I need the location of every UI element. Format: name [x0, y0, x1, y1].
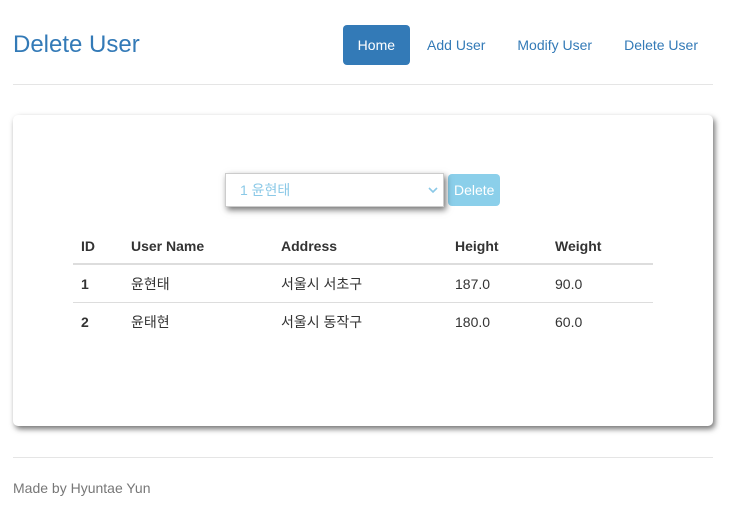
cell-height: 180.0 [455, 313, 491, 330]
cell-weight: 60.0 [555, 313, 583, 330]
users-table: ID User Name Address Height Weight 1 윤현태… [73, 229, 653, 340]
chevron-down-icon [428, 174, 438, 218]
nav-bar: Home Add User Modify User Delete User [341, 25, 713, 65]
page-footer: Made by Hyuntae Yun [13, 457, 713, 496]
nav-delete-user[interactable]: Delete User [609, 25, 713, 65]
col-address: Address [273, 229, 447, 265]
delete-button[interactable]: Delete [448, 174, 501, 206]
col-id: ID [73, 229, 123, 265]
nav-add-user[interactable]: Add User [412, 25, 500, 65]
cell-id: 1 [73, 264, 123, 303]
cell-id: 2 [81, 313, 89, 330]
nav-home[interactable]: Home [342, 25, 411, 65]
user-select-value: 1 윤현태 [240, 182, 291, 198]
table-row: 1 윤현태 서울시 서초구 187.0 90.0 [73, 264, 653, 303]
cell-user-name: 윤현태 [123, 264, 273, 303]
page-title: Delete User [13, 31, 140, 58]
table-row: 2 윤태현 서울시 동작구 180.0 60.0 [73, 303, 653, 341]
col-height: Height [447, 229, 547, 265]
cell-user-name: 윤태현 [131, 313, 170, 330]
delete-card: 1 윤현태 Delete ID User Name Address Height… [13, 115, 713, 426]
cell-height: 187.0 [447, 264, 547, 303]
cell-address: 서울시 서초구 [273, 264, 447, 303]
user-select[interactable]: 1 윤현태 [225, 173, 444, 207]
footer-credit: Made by Hyuntae Yun [13, 480, 151, 496]
cell-weight: 90.0 [547, 264, 653, 303]
table-header-row: ID User Name Address Height Weight [73, 229, 653, 265]
cell-address: 서울시 동작구 [281, 313, 363, 330]
col-weight: Weight [547, 229, 653, 265]
col-user-name: User Name [123, 229, 273, 265]
page-header: Delete User Home Add User Modify User De… [13, 0, 713, 85]
nav-modify-user[interactable]: Modify User [502, 25, 607, 65]
delete-controls: 1 윤현태 Delete [225, 173, 501, 207]
